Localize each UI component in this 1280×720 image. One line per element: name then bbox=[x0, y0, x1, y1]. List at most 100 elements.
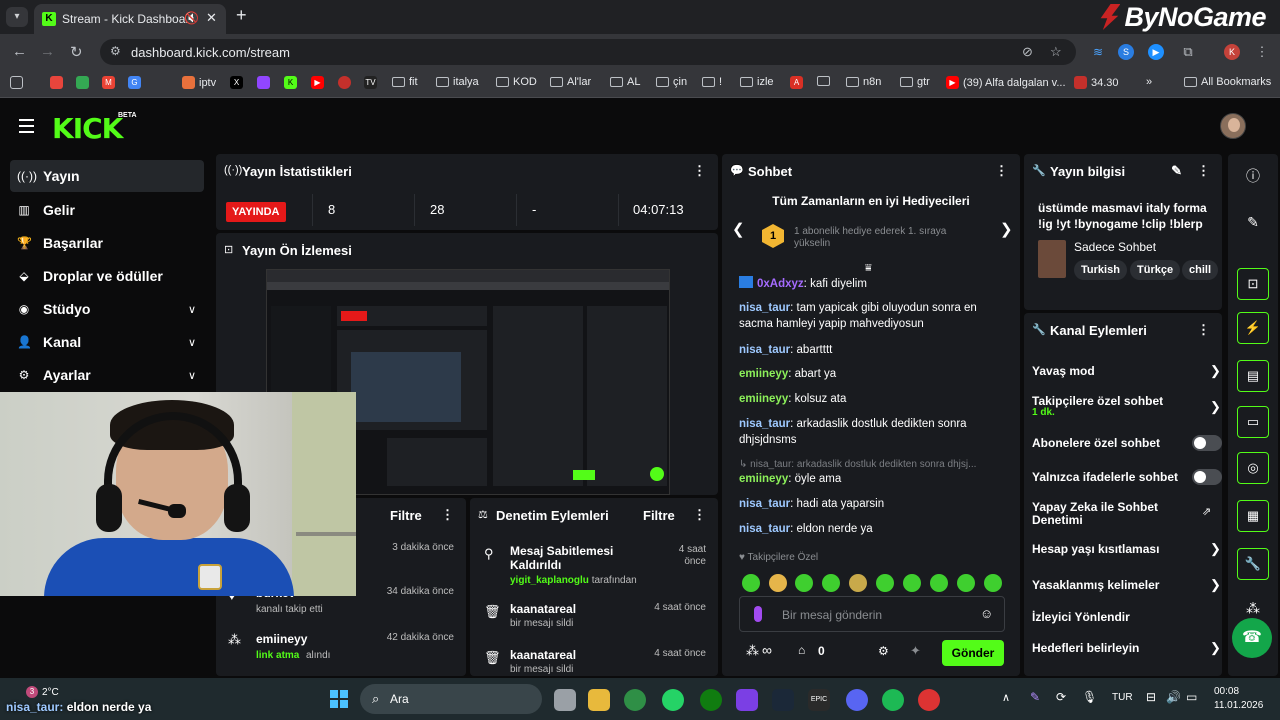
chevron-right-icon[interactable]: ❯ bbox=[1000, 220, 1013, 238]
all-bookmarks[interactable]: All Bookmarks bbox=[1184, 76, 1271, 88]
emote-icon[interactable] bbox=[930, 574, 948, 592]
user-avatar[interactable] bbox=[1220, 113, 1246, 139]
keyboard-language[interactable]: TUR bbox=[1112, 692, 1133, 703]
chrome-icon[interactable] bbox=[624, 689, 646, 711]
mod-actions-toggle-icon[interactable]: ▦ bbox=[1237, 500, 1269, 532]
more-options-icon[interactable]: ⋮ bbox=[1197, 322, 1210, 338]
bookmark-folder-izle[interactable]: izle bbox=[740, 76, 774, 88]
bookmark-folder-italya[interactable]: italya bbox=[436, 76, 479, 88]
taskbar-search[interactable]: ⌕ Ara bbox=[360, 684, 542, 714]
chat-username[interactable]: nisa_taur bbox=[739, 523, 790, 535]
bot-icon[interactable]: ✦ bbox=[910, 643, 921, 659]
emote-icon[interactable] bbox=[742, 574, 760, 592]
clock-time[interactable]: 00:08 bbox=[1214, 686, 1239, 697]
address-bar[interactable]: ⚙ dashboard.kick.com/stream ⊘ ☆ bbox=[100, 39, 1076, 65]
windows-start-icon[interactable] bbox=[328, 689, 350, 711]
sidebar-item-gelir[interactable]: ▥ Gelir bbox=[10, 194, 204, 226]
new-tab-button[interactable]: + bbox=[236, 5, 247, 26]
camera-blocked-icon[interactable]: ⊘ bbox=[1022, 44, 1033, 60]
send-button[interactable]: Gönder bbox=[942, 640, 1004, 666]
sidebar-item-droplar[interactable]: ⬙ Droplar ve ödüller bbox=[10, 260, 204, 292]
clock-date[interactable]: 11.01.2026 bbox=[1214, 700, 1263, 711]
tray-pen-icon[interactable]: ✎ bbox=[1030, 690, 1040, 704]
channel-action-banned-words[interactable]: Yasaklanmış kelimeler ❯ bbox=[1032, 577, 1221, 599]
more-options-icon[interactable]: ⋮ bbox=[693, 507, 706, 523]
edit-pencil-icon[interactable]: ✎ bbox=[1171, 163, 1182, 179]
support-headset-icon[interactable]: ☎ bbox=[1232, 618, 1272, 658]
tray-sync-icon[interactable]: ⟳ bbox=[1056, 690, 1066, 704]
close-tab-icon[interactable]: ✕ bbox=[206, 10, 217, 26]
sidebar-item-ayarlar[interactable]: ⚙ Ayarlar ∨ bbox=[10, 359, 204, 391]
mod-action-title[interactable]: kaanatareal bbox=[510, 602, 660, 616]
chat-toggle-icon[interactable]: ▭ bbox=[1237, 406, 1269, 438]
weather-temp[interactable]: 2°C bbox=[42, 687, 59, 698]
emote-icon[interactable] bbox=[876, 574, 894, 592]
xbox-icon[interactable] bbox=[700, 689, 722, 711]
chat-username[interactable]: 0xAdxyz bbox=[757, 278, 804, 290]
channel-action-followers-only[interactable]: Takipçilere özel sohbet 1 dk. ❯ bbox=[1032, 395, 1221, 425]
more-options-icon[interactable]: ⋮ bbox=[693, 163, 706, 179]
tab-search-button[interactable]: ▾ bbox=[6, 7, 28, 27]
chat-filter-icon[interactable]: ⩸ bbox=[865, 262, 872, 275]
apps-grid-icon[interactable] bbox=[10, 76, 23, 89]
chat-username[interactable]: emiineyy bbox=[739, 393, 788, 405]
volume-icon[interactable]: 🔊 bbox=[1166, 690, 1181, 704]
channel-action-ai-moderation[interactable]: Yapay Zeka ile Sohbet Denetimi bbox=[1032, 501, 1182, 529]
chat-username[interactable]: nisa_taur bbox=[739, 302, 790, 314]
bookmark-folder-exclaim[interactable]: ! bbox=[702, 76, 722, 88]
info-icon[interactable]: ⓘ bbox=[1237, 160, 1269, 192]
bookmarks-overflow-icon[interactable]: » bbox=[1146, 76, 1152, 88]
app-icon[interactable] bbox=[736, 689, 758, 711]
tray-chevron-icon[interactable]: ∧ bbox=[1002, 691, 1010, 704]
channel-action-goals[interactable]: Hedefleri belirleyin ❯ bbox=[1032, 640, 1221, 662]
kick-bookmark-icon[interactable]: K bbox=[284, 76, 297, 89]
app-red-icon[interactable] bbox=[918, 689, 940, 711]
site-info-icon[interactable]: ⚙ bbox=[110, 44, 121, 58]
browser-tab-active[interactable]: K Stream - Kick Dashboard 🔇 ✕ bbox=[34, 4, 226, 34]
extensions-puzzle-icon[interactable]: ⧉ bbox=[1180, 44, 1196, 60]
maps-icon[interactable] bbox=[76, 76, 89, 89]
youtube-icon[interactable]: ▶ bbox=[311, 76, 324, 89]
category-thumbnail[interactable] bbox=[1038, 240, 1066, 278]
x-twitter-icon[interactable]: X bbox=[230, 76, 243, 89]
moderator-name[interactable]: yigit_kaplanoglu bbox=[510, 575, 589, 586]
external-link-icon[interactable]: ⇗ bbox=[1202, 505, 1211, 518]
emote-icon[interactable] bbox=[795, 574, 813, 592]
preview-toggle-icon[interactable]: ⊡ bbox=[1237, 268, 1269, 300]
category-name[interactable]: Sadece Sohbet bbox=[1074, 240, 1156, 254]
sidebar-item-kanal[interactable]: 👤 Kanal ∨ bbox=[10, 326, 204, 358]
bookmark-folder-fit[interactable]: fit bbox=[392, 76, 418, 88]
reload-icon[interactable]: ↻ bbox=[70, 43, 83, 61]
battery-icon[interactable]: ▭ bbox=[1186, 690, 1197, 704]
back-arrow-icon[interactable]: ← bbox=[12, 43, 27, 60]
lightning-icon[interactable]: ⚡ bbox=[1237, 312, 1269, 344]
mod-action-title[interactable]: kaanatareal bbox=[510, 648, 660, 662]
bookmark-iptv[interactable]: iptv bbox=[182, 76, 216, 89]
chat-username[interactable]: nisa_taur bbox=[739, 344, 790, 356]
chat-message-input[interactable]: Bir mesaj gönderin ☺ bbox=[739, 596, 1005, 632]
bookmark-folder-n8n[interactable]: n8n bbox=[846, 76, 881, 88]
chat-settings-icon[interactable]: ⚙ bbox=[878, 644, 889, 658]
epic-games-icon[interactable]: EPIC bbox=[808, 689, 830, 711]
feed-username[interactable]: emiineyy bbox=[256, 632, 307, 646]
stream-tag[interactable]: chill bbox=[1182, 260, 1219, 280]
red-circle-icon[interactable] bbox=[338, 76, 351, 89]
emote-icon[interactable] bbox=[984, 574, 1002, 592]
whatsapp-icon[interactable] bbox=[662, 689, 684, 711]
chat-username[interactable]: emiineyy bbox=[739, 368, 788, 380]
gift-box-icon[interactable]: ⌂ bbox=[798, 643, 805, 657]
filter-button[interactable]: Filtre bbox=[643, 508, 675, 523]
task-view-icon[interactable] bbox=[554, 689, 576, 711]
bookmark-folder-kod[interactable]: KOD bbox=[496, 76, 537, 88]
twitch-icon[interactable] bbox=[257, 76, 270, 89]
tv-icon[interactable]: TV bbox=[364, 76, 377, 89]
chat-username[interactable]: nisa_taur bbox=[739, 498, 790, 510]
pdf-icon[interactable]: A bbox=[790, 76, 803, 89]
bookmark-3430[interactable]: 34.30 bbox=[1074, 76, 1119, 89]
filter-button[interactable]: Filtre bbox=[390, 508, 422, 523]
emote-icon[interactable] bbox=[849, 574, 867, 592]
bookmark-youtube-video[interactable]: ▶ (39) Alfa dalgalan v... bbox=[946, 76, 1066, 89]
emote-icon[interactable] bbox=[769, 574, 787, 592]
channel-action-subs-only[interactable]: Abonelere özel sohbet bbox=[1032, 435, 1222, 457]
profile-avatar-icon[interactable]: K bbox=[1224, 44, 1240, 60]
